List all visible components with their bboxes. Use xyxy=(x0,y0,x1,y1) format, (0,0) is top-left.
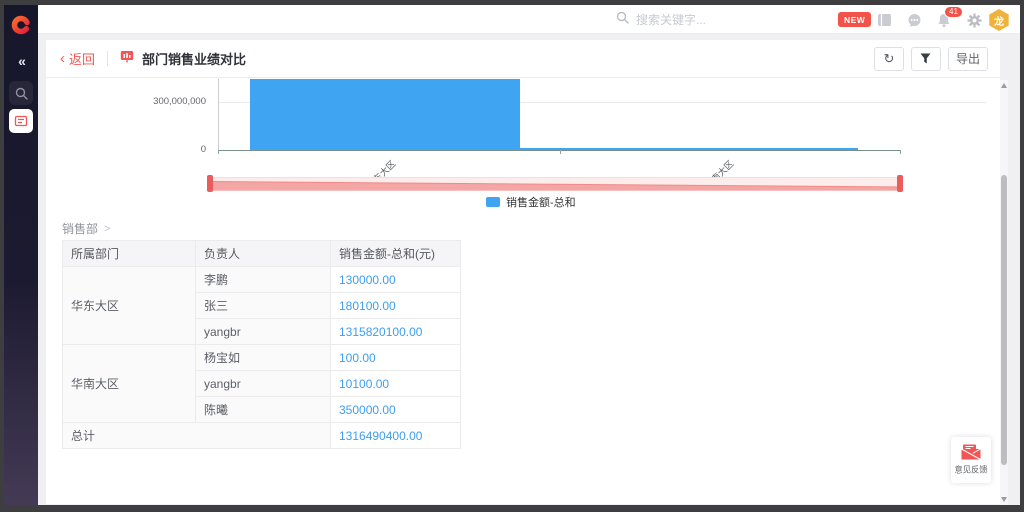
breadcrumb[interactable]: 销售部 > xyxy=(62,220,110,237)
filter-funnel-icon xyxy=(920,53,931,64)
user-avatar[interactable]: 龙 xyxy=(988,9,1010,31)
x-axis-tick xyxy=(218,150,219,154)
back-button[interactable]: ‹ 返回 xyxy=(60,49,95,68)
breadcrumb-dept[interactable]: 销售部 xyxy=(62,220,98,237)
search-icon xyxy=(616,11,629,29)
topbar: 搜索关键字... NEW 41 龙 xyxy=(38,5,1020,34)
x-axis-tick xyxy=(560,150,561,154)
person-cell: 杨宝如 xyxy=(196,345,331,371)
scrollbar-thumb[interactable] xyxy=(1001,175,1007,465)
dept-cell: 华东大区 xyxy=(63,267,196,345)
breadcrumb-separator-icon: > xyxy=(104,223,110,235)
person-cell: 张三 xyxy=(196,293,331,319)
table-row: 华东大区 李鹏 130000.00 xyxy=(63,267,461,293)
x-axis-line xyxy=(218,150,900,151)
chart-legend[interactable]: 销售金额-总和 xyxy=(486,194,576,210)
window-frame: « 搜索关键字... NEW xyxy=(0,0,1024,512)
datazoom-slider[interactable] xyxy=(210,177,900,191)
search-placeholder: 搜索关键字... xyxy=(636,11,706,28)
settings-gear-icon[interactable] xyxy=(966,12,982,28)
amount-cell[interactable]: 130000.00 xyxy=(331,267,461,293)
legend-swatch xyxy=(486,197,500,207)
app: « 搜索关键字... NEW xyxy=(4,5,1020,505)
vertical-scrollbar[interactable] xyxy=(1000,80,1008,505)
amount-cell[interactable]: 350000.00 xyxy=(331,397,461,423)
legend-label: 销售金额-总和 xyxy=(506,194,576,210)
amount-cell[interactable]: 100.00 xyxy=(331,345,461,371)
export-button[interactable]: 导出 xyxy=(948,47,988,71)
table-row: 华南大区 杨宝如 100.00 xyxy=(63,345,461,371)
notification-count-badge: 41 xyxy=(944,6,963,18)
col-header-person: 负责人 xyxy=(196,241,331,267)
datazoom-left-handle[interactable] xyxy=(207,175,213,192)
app-logo-icon[interactable] xyxy=(11,15,31,35)
back-label: 返回 xyxy=(69,49,95,68)
feedback-button[interactable]: 意见反馈 xyxy=(951,437,991,483)
total-value-cell[interactable]: 1316490400.00 xyxy=(331,423,461,449)
sidebar-search-icon[interactable] xyxy=(9,81,33,105)
feedback-envelope-icon xyxy=(961,444,981,460)
sales-table: 所属部门 负责人 销售金额-总和(元) 华东大区 李鹏 130000.00 张三… xyxy=(62,240,461,449)
page-title: 部门销售业绩对比 xyxy=(142,49,246,68)
header-divider xyxy=(107,51,108,66)
report-chart-icon xyxy=(120,50,134,68)
y-axis-tick-300m: 300,000,000 xyxy=(86,96,206,107)
dept-cell: 华南大区 xyxy=(63,345,196,423)
y-axis-line xyxy=(218,79,219,150)
feedback-label: 意见反馈 xyxy=(954,464,987,476)
datazoom-right-handle[interactable] xyxy=(897,175,903,192)
person-cell: 陈曦 xyxy=(196,397,331,423)
help-doc-icon[interactable] xyxy=(876,12,892,28)
filter-button[interactable] xyxy=(911,47,941,71)
scroll-down-icon[interactable] xyxy=(1001,497,1007,502)
col-header-department: 所属部门 xyxy=(63,241,196,267)
amount-cell[interactable]: 180100.00 xyxy=(331,293,461,319)
bar-huadong[interactable] xyxy=(250,79,520,150)
person-cell: 李鹏 xyxy=(196,267,331,293)
sidebar: « xyxy=(4,5,38,505)
sidebar-collapse-icon[interactable]: « xyxy=(4,53,38,69)
report-header: ‹ 返回 部门销售业绩对比 ↻ 导出 xyxy=(46,40,1000,78)
back-chevron-icon: ‹ xyxy=(60,51,65,66)
refresh-button[interactable]: ↻ xyxy=(874,47,904,71)
table-total-row: 总计 1316490400.00 xyxy=(63,423,461,449)
person-cell: yangbr xyxy=(196,371,331,397)
total-label-cell: 总计 xyxy=(63,423,331,449)
table-header-row: 所属部门 负责人 销售金额-总和(元) xyxy=(63,241,461,267)
new-badge: NEW xyxy=(838,12,871,27)
scroll-up-icon[interactable] xyxy=(1001,83,1007,88)
sidebar-item-report-active[interactable] xyxy=(9,109,33,133)
y-axis-tick-0: 0 xyxy=(86,144,206,155)
report-card: ‹ 返回 部门销售业绩对比 ↻ 导出 xyxy=(46,40,1000,504)
messages-icon[interactable] xyxy=(906,12,922,28)
refresh-icon: ↻ xyxy=(884,51,895,67)
x-axis-tick xyxy=(900,150,901,154)
global-search-input[interactable]: 搜索关键字... xyxy=(616,5,706,34)
main-area: 搜索关键字... NEW 41 龙 xyxy=(38,5,1020,505)
person-cell: yangbr xyxy=(196,319,331,345)
amount-cell[interactable]: 10100.00 xyxy=(331,371,461,397)
amount-cell[interactable]: 1315820100.00 xyxy=(331,319,461,345)
content-area: ‹ 返回 部门销售业绩对比 ↻ 导出 xyxy=(38,34,1020,505)
col-header-amount: 销售金额-总和(元) xyxy=(331,241,461,267)
